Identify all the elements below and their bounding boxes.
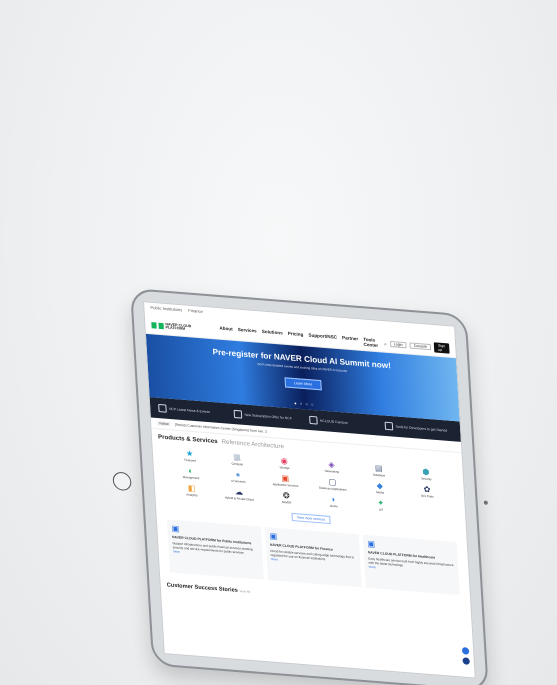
home-button[interactable] [112, 471, 132, 492]
menu-solutions[interactable]: Solutions [262, 329, 284, 341]
news-icon [158, 403, 168, 413]
quick-link[interactable]: NCLOUD Campus [309, 415, 377, 429]
industry-card[interactable]: ▣ NAVER CLOUD PLATFORM for Public Institu… [166, 519, 264, 580]
nav-actions: ⌕ Login Console Sign up [384, 338, 450, 354]
hero-cta-button[interactable]: Learn More [284, 377, 322, 391]
campus-icon [309, 415, 319, 425]
customer-stories-title: Customer Success Stories [166, 582, 239, 594]
product-category-item[interactable]: ✿ Dev Tools [404, 483, 450, 500]
quick-link-label: New Subscription Offer for NCP [244, 412, 293, 421]
menu-support[interactable]: Support/NSC [308, 332, 337, 344]
product-category-item[interactable]: ☁ Hybrid & Private Cloud [216, 486, 262, 503]
product-category-item[interactable]: ❂ NAVER [263, 489, 309, 506]
product-category-label: Networking [324, 468, 340, 474]
util-link-finance[interactable]: Finance [188, 308, 203, 319]
product-category-label: Compute [231, 461, 244, 467]
subscription-icon [234, 409, 243, 419]
product-category-label: Security [421, 476, 432, 482]
product-category-item[interactable]: ◉ Storage [261, 455, 307, 472]
quick-link-label: NCLOUD Campus [319, 418, 348, 425]
product-category-item[interactable]: ● AI Services [215, 468, 261, 485]
media-icon: ◆ [376, 480, 384, 491]
product-category-item[interactable]: ◧ Analytics [169, 482, 215, 499]
logo-mark-icon [158, 322, 164, 330]
product-category-label: Management [182, 474, 200, 481]
product-category-item[interactable]: ▢ Business Applications [310, 476, 356, 493]
login-button[interactable]: Login [389, 340, 407, 349]
industry-card[interactable]: ▣ NAVER CLOUD PLATFORM for Healthcare Easy… [362, 534, 460, 596]
quick-link-label: NCP Latest News & Events [168, 406, 211, 415]
logo-text: NAVER CLOUD PLATFORM [165, 321, 192, 331]
product-category-item[interactable]: ▤ Database [356, 462, 402, 479]
product-category-label: Media [376, 490, 385, 495]
product-category-label: Dev Tools [420, 493, 434, 499]
quick-link[interactable]: Tools for Developers to get Started [385, 421, 452, 435]
product-category-label: Database [372, 472, 386, 478]
menu-about[interactable]: About [219, 325, 233, 336]
quick-link-label: Tools for Developers to get Started [395, 424, 448, 433]
chat-fab-icon[interactable] [461, 647, 470, 655]
product-category-label: Application Services [272, 481, 299, 489]
camera-dot [483, 500, 488, 505]
product-category-label: IoT [378, 507, 384, 512]
quick-link[interactable]: NCP Latest News & Events [158, 403, 226, 417]
game-icon: ◗ [330, 494, 337, 505]
product-category-item[interactable]: ★ Featured [167, 447, 213, 464]
view-all-link[interactable]: View All [239, 589, 250, 594]
signup-button[interactable]: Sign up [433, 342, 450, 354]
tools-icon [385, 421, 394, 431]
product-category-label: AI Services [230, 478, 246, 484]
search-icon[interactable]: ⌕ [384, 341, 387, 346]
menu-services[interactable]: Services [238, 327, 258, 339]
top-fab-icon[interactable] [462, 657, 470, 665]
product-category-label: Business Applications [318, 485, 347, 492]
product-category-item[interactable]: ▣ Application Services [262, 472, 308, 489]
menu-pricing[interactable]: Pricing [288, 331, 304, 342]
logo-mark-icon [151, 322, 157, 329]
product-category-label: Analytics [186, 492, 198, 498]
console-button[interactable]: Console [409, 342, 432, 351]
tablet-screen: Public Institutions Finance NAVER CLOUD … [142, 301, 476, 679]
tablet-device: Public Institutions Finance NAVER CLOUD … [112, 288, 489, 685]
product-category-item[interactable]: ◗ Game [311, 493, 357, 510]
quick-link[interactable]: New Subscription Offer for NCP [234, 409, 301, 423]
product-category-label: Game [329, 503, 338, 509]
product-category-item[interactable]: ◆ Media [357, 479, 403, 496]
management-icon: ◐ [187, 466, 194, 476]
product-category-item[interactable]: ◐ Management [168, 465, 214, 482]
network-icon: ◈ [328, 459, 335, 470]
util-link-public[interactable]: Public Institutions [150, 305, 182, 318]
menu-partner[interactable]: Partner [342, 335, 359, 346]
product-category-label: Storage [279, 465, 290, 471]
product-category-item[interactable]: ✦ IoT [358, 497, 404, 514]
product-mockup-scene: Public Institutions Finance NAVER CLOUD … [0, 0, 557, 685]
product-category-item[interactable]: ▦ Compute [214, 451, 260, 468]
product-category-item[interactable]: ◈ Networking [309, 458, 355, 475]
industry-card[interactable]: ▣ NAVER CLOUD PLATFORM for Finance Cloud f… [264, 527, 362, 588]
ai-icon: ● [235, 469, 241, 480]
product-category-label: NAVER [281, 499, 292, 505]
notice-tag: Notice [157, 421, 171, 427]
product-category-label: Featured [184, 457, 196, 463]
menu-tools[interactable]: Tools Center [363, 337, 378, 348]
product-category-item[interactable]: ⬢ Security [403, 466, 449, 483]
view-more-button[interactable]: View more services [291, 512, 331, 525]
ncp-logo[interactable]: NAVER CLOUD PLATFORM [151, 322, 203, 333]
product-category-label: Hybrid & Private Cloud [224, 495, 254, 502]
